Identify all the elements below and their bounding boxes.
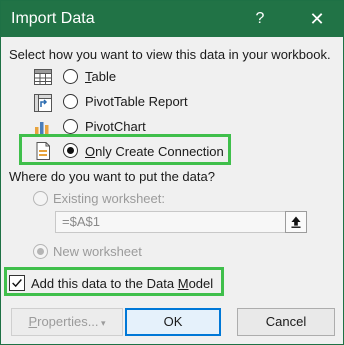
pivotchart-label: PivotChart [85, 119, 146, 134]
close-button[interactable]: ✕ [301, 5, 333, 33]
range-select-button[interactable] [285, 211, 307, 233]
connection-label: Only Create Connection [85, 144, 224, 159]
dialog-title: Import Data [11, 10, 95, 27]
pivottable-icon [34, 94, 52, 112]
cancel-button[interactable]: Cancel [237, 308, 335, 336]
existing-worksheet-input[interactable]: =$A$1 [55, 211, 307, 233]
table-label: Table [85, 69, 117, 84]
pivottable-label: PivotTable Report [85, 94, 188, 109]
connection-icon [36, 142, 50, 160]
title-bar: Import Data ? ✕ [1, 1, 343, 37]
location-prompt: Where do you want to put the data? [9, 169, 215, 184]
pivotchart-radio[interactable] [63, 119, 78, 134]
data-model-label: Add this data to the Data Model [31, 276, 214, 291]
help-button[interactable]: ? [249, 7, 271, 31]
existing-worksheet-label: Existing worksheet: [53, 191, 165, 206]
import-data-dialog: Import Data ? ✕ Select how you want to v… [0, 0, 344, 345]
table-icon [34, 69, 52, 85]
ok-button[interactable]: OK [125, 308, 221, 336]
existing-worksheet-radio[interactable] [33, 191, 48, 206]
view-prompt: Select how you want to view this data in… [9, 47, 331, 62]
properties-button[interactable]: Properties... ▾ [11, 308, 123, 336]
new-worksheet-label: New worksheet [53, 244, 142, 259]
data-model-checkbox[interactable] [9, 275, 25, 291]
table-radio[interactable] [63, 69, 78, 84]
new-worksheet-radio[interactable] [33, 244, 48, 259]
pivottable-radio[interactable] [63, 94, 78, 109]
connection-radio[interactable] [63, 143, 78, 158]
